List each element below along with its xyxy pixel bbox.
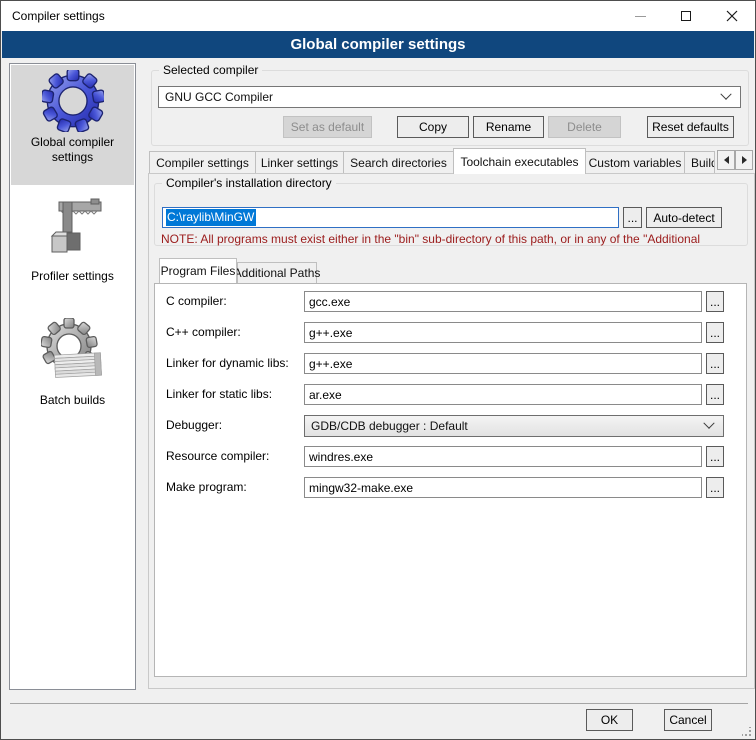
chevron-down-icon (703, 418, 714, 429)
cpp-compiler-input[interactable] (304, 322, 702, 343)
tab-build-options[interactable]: Build options (684, 151, 715, 174)
cancel-button[interactable]: Cancel (664, 709, 712, 731)
sidebar-item-profiler-settings[interactable]: Profiler settings (11, 192, 134, 284)
tab-scroll-left-button[interactable] (717, 150, 735, 170)
dynamic-linker-input[interactable] (304, 353, 702, 374)
sidebar-item-batch-builds[interactable]: Batch builds (11, 314, 134, 408)
minimize-button[interactable] (617, 1, 663, 31)
compiler-settings-dialog: Compiler settings Global compiler settin… (0, 0, 756, 740)
cpp-compiler-browse-button[interactable]: ... (706, 322, 724, 343)
browse-directory-button[interactable]: ... (623, 207, 642, 228)
gear-stack-icon (41, 318, 105, 390)
dynamic-linker-label: Linker for dynamic libs: (166, 356, 289, 370)
note-text: NOTE: All programs must exist either in … (161, 232, 747, 246)
resource-compiler-browse-button[interactable]: ... (706, 446, 724, 467)
minimize-icon (635, 16, 646, 17)
auto-detect-button[interactable]: Auto-detect (646, 207, 722, 228)
selected-text: C:\raylib\MinGW (166, 209, 256, 226)
installation-directory-legend: Compiler's installation directory (162, 176, 336, 190)
set-as-default-button[interactable]: Set as default (283, 116, 372, 138)
close-icon (726, 10, 738, 22)
debugger-select[interactable]: GDB/CDB debugger : Default (304, 415, 724, 437)
footer-divider (10, 703, 748, 704)
subtab-additional-paths[interactable]: Additional Paths (237, 262, 317, 284)
chevron-down-icon (720, 89, 731, 100)
sidebar-item-label: Batch builds (11, 393, 134, 408)
tab-compiler-settings[interactable]: Compiler settings (149, 151, 256, 174)
reset-defaults-button[interactable]: Reset defaults (647, 116, 734, 138)
compiler-select-value: GNU GCC Compiler (159, 90, 722, 104)
c-compiler-browse-button[interactable]: ... (706, 291, 724, 312)
resource-compiler-label: Resource compiler: (166, 449, 269, 463)
ok-button[interactable]: OK (586, 709, 633, 731)
subtab-program-files[interactable]: Program Files (159, 258, 237, 283)
c-compiler-label: C compiler: (166, 294, 227, 308)
rename-button[interactable]: Rename (473, 116, 544, 138)
resource-compiler-input[interactable] (304, 446, 702, 467)
static-linker-browse-button[interactable]: ... (706, 384, 724, 405)
sidebar-item-label: Global compiler settings (25, 135, 121, 165)
dynamic-linker-browse-button[interactable]: ... (706, 353, 724, 374)
c-compiler-input[interactable] (304, 291, 702, 312)
banner: Global compiler settings (2, 31, 754, 58)
static-linker-input[interactable] (304, 384, 702, 405)
delete-button[interactable]: Delete (548, 116, 621, 138)
tab-custom-variables[interactable]: Custom variables (585, 151, 685, 174)
make-program-label: Make program: (166, 480, 247, 494)
tab-search-directories[interactable]: Search directories (343, 151, 454, 174)
maximize-button[interactable] (663, 1, 709, 31)
cpp-compiler-label: C++ compiler: (166, 325, 241, 339)
left-arrow-icon (724, 156, 729, 164)
caliper-icon (41, 196, 105, 266)
static-linker-label: Linker for static libs: (166, 387, 272, 401)
close-button[interactable] (709, 1, 755, 31)
sidebar-item-label: Profiler settings (11, 269, 134, 284)
sidebar-item-global-compiler-settings[interactable]: Global compiler settings (11, 65, 134, 185)
blue-gear-icon (42, 70, 104, 132)
right-arrow-icon (742, 156, 747, 164)
copy-button[interactable]: Copy (397, 116, 469, 138)
tab-linker-settings[interactable]: Linker settings (255, 151, 344, 174)
tab-toolchain-executables[interactable]: Toolchain executables (453, 148, 586, 174)
window-title: Compiler settings (12, 9, 105, 23)
selected-compiler-legend: Selected compiler (159, 63, 262, 77)
sidebar: Global compiler settings Profiler settin… (9, 63, 136, 690)
debugger-label: Debugger: (166, 418, 222, 432)
debugger-select-value: GDB/CDB debugger : Default (305, 419, 705, 433)
make-program-browse-button[interactable]: ... (706, 477, 724, 498)
page-title: Global compiler settings (290, 36, 465, 53)
maximize-icon (681, 11, 691, 21)
compiler-select[interactable]: GNU GCC Compiler (158, 86, 741, 108)
make-program-input[interactable] (304, 477, 702, 498)
titlebar: Compiler settings (1, 1, 755, 31)
tab-scroll-right-button[interactable] (735, 150, 753, 170)
installation-directory-input[interactable]: C:\raylib\MinGW (162, 207, 619, 228)
resize-grip[interactable] (742, 727, 751, 736)
